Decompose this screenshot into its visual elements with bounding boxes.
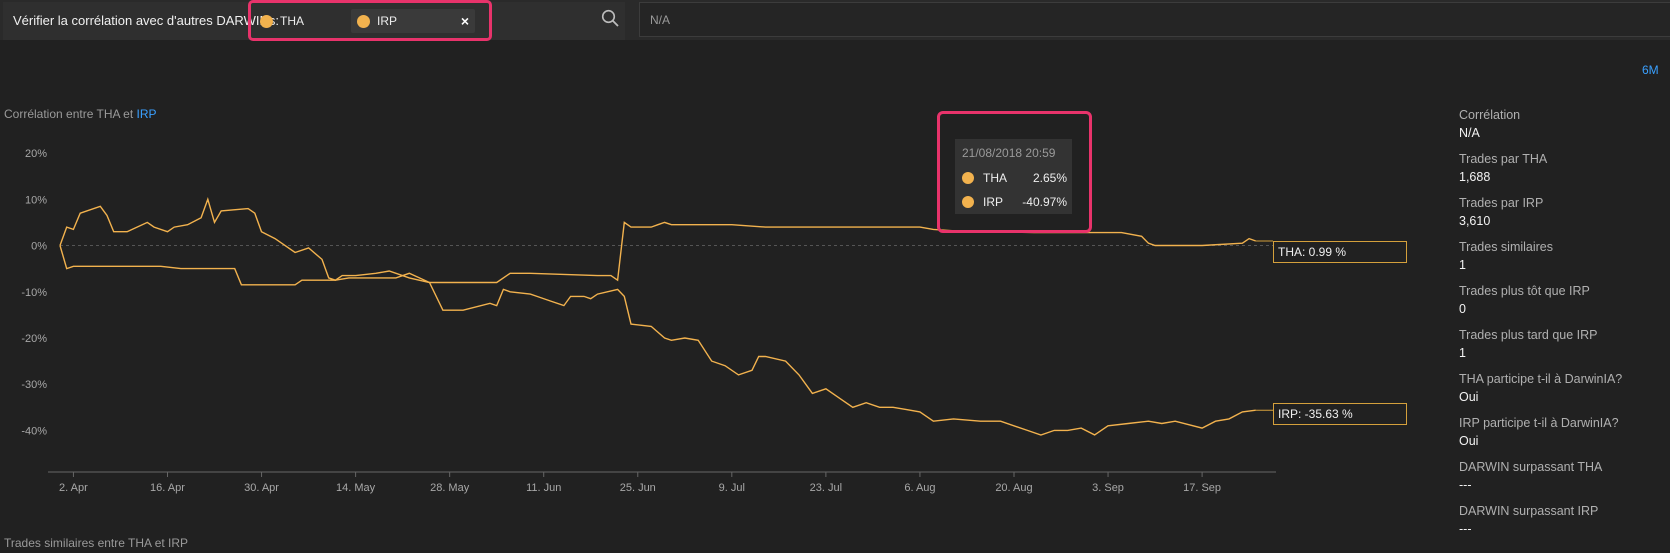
y-tick-label: 10% — [25, 194, 47, 206]
stat-item: Trades plus tôt que IRP 0 — [1459, 284, 1664, 328]
x-tick-label: 20. Aug — [995, 482, 1032, 494]
stat-value: 1 — [1459, 258, 1466, 272]
x-axis: 2. Apr 16. Apr 30. Apr 14. May 28. May 11. Ju… — [48, 471, 1276, 494]
series-dot-icon — [962, 196, 974, 208]
tooltip-date: 21/08/2018 20:59 — [962, 146, 1056, 160]
y-tick-label: 0% — [31, 241, 47, 253]
stat-item: Trades par THA 1,688 — [1459, 152, 1664, 196]
stat-item: Trades par IRP 3,610 — [1459, 196, 1664, 240]
x-tick-label: 30. Apr — [244, 482, 279, 494]
y-tick-label: -30% — [21, 379, 47, 391]
range-6m-button[interactable]: 6M — [1642, 63, 1659, 77]
stat-item: DARWIN surpassant THA --- — [1459, 460, 1664, 504]
stat-item: THA participe t-il à DarwinIA? Oui — [1459, 372, 1664, 416]
x-tick-label: 25. Jun — [620, 482, 656, 494]
stat-value: Oui — [1459, 390, 1479, 404]
tooltip-row-irp: IRP -40.97% — [962, 194, 1067, 210]
stat-value: 0 — [1459, 302, 1466, 316]
stat-label: DARWIN surpassant THA — [1459, 460, 1603, 474]
tooltip-row-tha: THA 2.65% — [962, 170, 1067, 186]
stat-item: DARWIN surpassant IRP --- — [1459, 504, 1664, 548]
x-tick-label: 17. Sep — [1183, 482, 1221, 494]
x-tick-label: 14. May — [336, 482, 376, 494]
stat-value: --- — [1459, 478, 1472, 492]
x-tick-label: 11. Jun — [526, 482, 561, 494]
x-tick-label: 9. Jul — [719, 482, 745, 494]
x-tick-label: 23. Jul — [810, 482, 842, 494]
series-dot-icon — [962, 172, 974, 184]
stat-value: 3,610 — [1459, 214, 1491, 228]
stat-label: Trades plus tôt que IRP — [1459, 284, 1590, 298]
stat-item: Trades similaires 1 — [1459, 240, 1664, 284]
stat-value: 1,688 — [1459, 170, 1491, 184]
stat-item: Trades plus tard que IRP 1 — [1459, 328, 1664, 372]
tooltip-series-name: IRP — [983, 195, 1004, 209]
stat-item: IRP participe t-il à DarwinIA? Oui — [1459, 416, 1664, 460]
similar-trades-title: Trades similaires entre THA et IRP — [4, 536, 189, 550]
x-tick-label: 6. Aug — [904, 482, 935, 494]
tooltip-series-name: THA — [983, 171, 1007, 185]
stat-label: Corrélation — [1459, 108, 1521, 122]
stat-label: Trades similaires — [1459, 240, 1554, 254]
stat-value: 1 — [1459, 346, 1466, 360]
stat-label: Trades plus tard que IRP — [1459, 328, 1598, 342]
tooltip-series-value: 2.65% — [1032, 171, 1067, 185]
series-line-irp — [59, 245, 1256, 436]
stat-value: Oui — [1459, 434, 1479, 448]
stat-label: Trades par IRP — [1459, 196, 1544, 210]
end-label-irp: IRP: -35.63 % — [1273, 403, 1407, 425]
x-tick-label: 2. Apr — [59, 482, 88, 494]
stat-label: THA participe t-il à DarwinIA? — [1459, 372, 1623, 386]
x-tick-label: 28. May — [430, 482, 470, 494]
chart-tooltip: 21/08/2018 20:59 THA 2.65% IRP -40.97% — [955, 139, 1072, 214]
x-tick-label: 3. Sep — [1092, 482, 1124, 494]
stat-label: Trades par THA — [1459, 152, 1548, 166]
correlation-stats-panel: Corrélation N/A Trades par THA 1,688 Trade… — [1459, 108, 1664, 548]
y-tick-label: 20% — [25, 148, 47, 160]
stat-value: N/A — [1459, 126, 1480, 140]
stat-item: Corrélation N/A — [1459, 108, 1664, 152]
y-tick-label: -40% — [21, 425, 47, 437]
y-tick-label: -10% — [21, 287, 47, 299]
x-tick-label: 16. Apr — [150, 482, 185, 494]
stat-label: IRP participe t-il à DarwinIA? — [1459, 416, 1619, 430]
y-tick-label: -20% — [21, 333, 47, 345]
tooltip-series-value: -40.97% — [1022, 195, 1067, 209]
stat-label: DARWIN surpassant IRP — [1459, 504, 1599, 518]
correlation-chart: 20% 10% 0% -10% -20% -30% -40% 2. Apr 16. Apr 30… — [21, 148, 1276, 494]
series-lines — [59, 197, 1273, 436]
end-label-tha: THA: 0.99 % — [1273, 241, 1407, 263]
stat-value: --- — [1459, 522, 1472, 536]
